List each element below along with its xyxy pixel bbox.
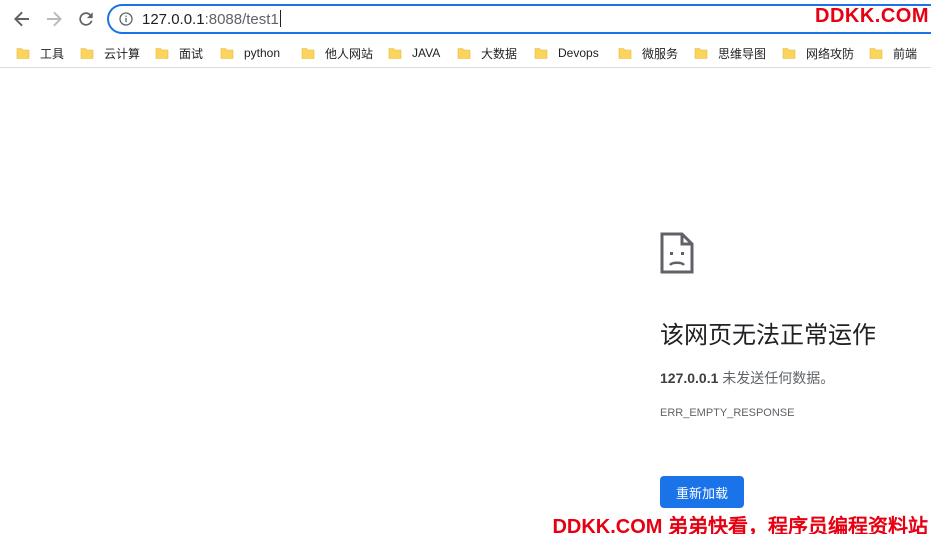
browser-toolbar: 127.0.0.1:8088/test1 DDKK.COM [0, 0, 931, 38]
watermark-bottom: DDKK.COM 弟弟快看，程序员编程资料站 [552, 516, 928, 534]
bookmark-label: 思维导图 [718, 46, 767, 61]
folder-icon [16, 48, 30, 59]
refresh-icon [79, 12, 93, 26]
bookmark-label: 大数据 [481, 46, 518, 61]
error-description: 127.0.0.1 未发送任何数据。 [660, 369, 834, 387]
url-path: :8088/test1 [204, 11, 279, 28]
bookmark-label: 微服务 [642, 46, 679, 61]
error-message: 未发送任何数据。 [718, 370, 835, 386]
bookmark-label: 工具 [40, 46, 65, 61]
bookmark-label: JAVA [412, 46, 441, 60]
url-text[interactable]: 127.0.0.1:8088/test1 [142, 10, 281, 29]
folder-icon [457, 48, 471, 59]
folder-icon [694, 48, 708, 59]
bookmark-folder[interactable]: python [220, 38, 280, 68]
arrow-left-icon [14, 11, 29, 27]
bookmark-label: 前端 [893, 46, 918, 61]
bookmark-label: 面试 [179, 46, 204, 61]
info-icon[interactable] [119, 12, 133, 26]
arrow-right-icon [47, 11, 62, 27]
folder-icon [220, 48, 234, 59]
back-button[interactable] [9, 6, 35, 32]
url-host: 127.0.0.1 [142, 11, 205, 28]
bookmark-folder[interactable]: 大数据 [457, 38, 517, 68]
sad-page-icon [660, 232, 694, 274]
address-bar[interactable]: 127.0.0.1:8088/test1 [107, 4, 931, 34]
bookmark-folder[interactable]: JAVA [388, 38, 440, 68]
bookmark-label: Devops [558, 46, 599, 60]
bookmarks-bar: 工具 云计算 面试 python 他人网站 JAVA 大数据 Devops 微服… [0, 38, 931, 68]
bookmark-label: 网络攻防 [806, 46, 855, 61]
watermark-top: DDKK.COM [815, 5, 929, 27]
reload-page-button[interactable] [73, 6, 99, 32]
folder-icon [301, 48, 315, 59]
folder-icon [534, 48, 548, 59]
bookmark-folder[interactable]: 工具 [16, 38, 64, 68]
bookmark-folder[interactable]: 面试 [155, 38, 203, 68]
error-title: 该网页无法正常运作 [660, 322, 876, 349]
error-host: 127.0.0.1 [660, 370, 719, 386]
bookmark-folder[interactable]: Devops [534, 38, 599, 68]
folder-icon [782, 48, 796, 59]
folder-icon [388, 48, 402, 59]
bookmark-label: 他人网站 [325, 46, 374, 61]
bookmark-folder[interactable]: 前端 [869, 38, 917, 68]
text-caret [279, 10, 281, 27]
bookmark-folder[interactable]: 思维导图 [694, 38, 766, 68]
forward-button[interactable] [41, 6, 67, 32]
folder-icon [155, 48, 169, 59]
bookmark-folder[interactable]: 微服务 [618, 38, 678, 68]
bookmark-folder[interactable]: 云计算 [80, 38, 140, 68]
folder-icon [869, 48, 883, 59]
folder-icon [80, 48, 94, 59]
bookmark-folder[interactable]: 网络攻防 [782, 38, 854, 68]
folder-icon [618, 48, 632, 59]
bookmark-label: 云计算 [104, 46, 141, 61]
bookmark-folder[interactable]: 他人网站 [301, 38, 373, 68]
reload-button[interactable]: 重新加载 [660, 476, 744, 508]
bookmark-label: python [244, 46, 281, 60]
error-code: ERR_EMPTY_RESPONSE [660, 407, 795, 419]
